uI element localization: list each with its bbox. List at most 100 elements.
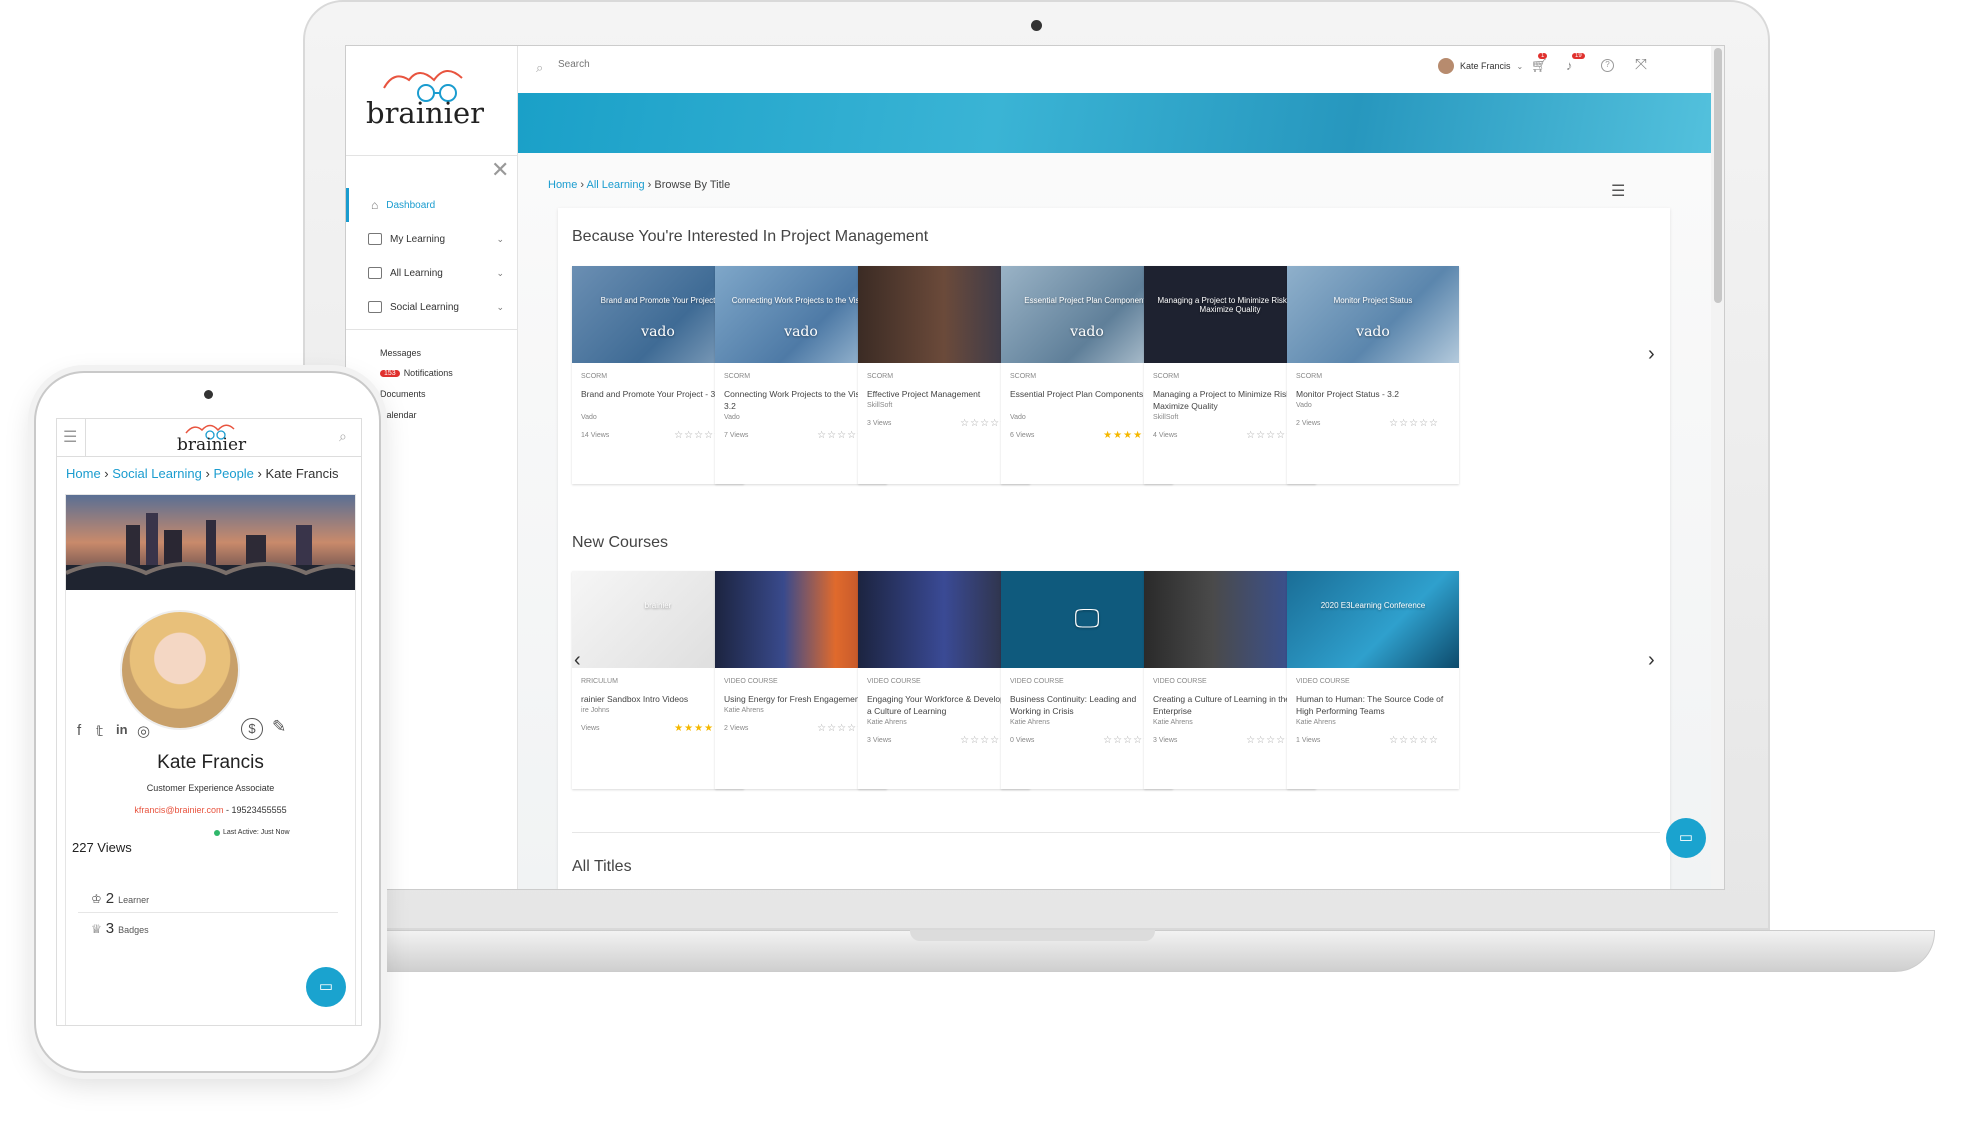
- course-type: SCORM: [1296, 373, 1323, 380]
- edit-icon[interactable]: ✎: [272, 717, 286, 737]
- profile-role: Customer Experience Associate: [146, 783, 275, 793]
- breadcrumb-home[interactable]: Home: [548, 179, 577, 191]
- course-title[interactable]: Creating a Culture of Learning in the En…: [1153, 693, 1309, 717]
- course-title[interactable]: Essential Project Plan Components - 3.2: [1010, 388, 1166, 400]
- email-link[interactable]: kfrancis@brainier.com: [134, 805, 223, 815]
- search-input[interactable]: [558, 59, 858, 70]
- rating-stars[interactable]: ☆☆☆☆☆: [1389, 418, 1439, 429]
- breadcrumb-current: Browse By Title: [654, 179, 731, 191]
- course-thumbnail: Monitor Project Status vado: [1287, 266, 1459, 363]
- course-views: 2 Views: [1296, 420, 1321, 427]
- course-card[interactable]: 2020 E3Learning Conference VIDEO COURSE …: [1287, 571, 1459, 789]
- course-views: 3 Views: [1153, 737, 1178, 744]
- sidebar-item-dashboard[interactable]: ⌂ Dashboard: [346, 188, 518, 222]
- course-title[interactable]: Business Continuity: Leading and Working…: [1010, 693, 1166, 717]
- sidebar-item-label: All Learning: [390, 267, 443, 279]
- help-icon[interactable]: ?: [1601, 59, 1614, 72]
- search-icon: ⌕: [536, 60, 544, 75]
- course-vendor: Katie Ahrens: [724, 707, 764, 714]
- breadcrumb: Home › All Learning › Browse By Title: [548, 179, 731, 191]
- course-type: SCORM: [867, 373, 894, 380]
- course-title[interactable]: Connecting Work Projects to the Vision -…: [724, 388, 880, 412]
- course-card[interactable]: Monitor Project Status vado SCORM Monito…: [1287, 266, 1459, 484]
- avatar: [1438, 58, 1454, 74]
- notifications-badge: 19: [1572, 53, 1585, 59]
- sidebar-item-my-learning[interactable]: My Learning ⌄: [346, 222, 518, 256]
- twitter-icon[interactable]: 𝕥: [96, 722, 103, 740]
- sidebar-item-all-learning[interactable]: All Learning ⌄: [346, 256, 518, 290]
- profile-card: f 𝕥 in ◎ $ ✎ Kate Francis Customer Exper…: [65, 494, 356, 1025]
- course-vendor: Katie Ahrens: [867, 719, 907, 726]
- course-type: SCORM: [581, 373, 608, 380]
- instagram-icon[interactable]: ◎: [137, 722, 150, 740]
- close-sidebar-icon[interactable]: ✕: [491, 159, 509, 181]
- course-views: 6 Views: [1010, 432, 1035, 439]
- laptop-camera: [1031, 20, 1042, 31]
- folder-icon: [368, 267, 382, 279]
- breadcrumb-all-learning[interactable]: All Learning: [587, 179, 645, 191]
- brand-name: brainier: [366, 96, 484, 130]
- sidebar-item-label: Dashboard: [386, 199, 436, 211]
- home-icon: ⌂: [371, 198, 379, 212]
- view-count: 227 Views: [72, 840, 132, 855]
- breadcrumb-people[interactable]: People: [213, 466, 253, 481]
- breadcrumb-home[interactable]: Home: [66, 466, 101, 481]
- facebook-icon[interactable]: f: [77, 722, 81, 739]
- last-active: Last Active: Just Now: [214, 829, 290, 836]
- stat-label: Badges: [118, 925, 149, 935]
- scrollbar-thumb[interactable]: [1714, 48, 1722, 303]
- scrollbar[interactable]: [1711, 46, 1724, 889]
- chat-button[interactable]: ▭: [306, 967, 346, 1007]
- course-vendor: Vado: [724, 414, 740, 421]
- course-title[interactable]: rainier Sandbox Intro Videos: [581, 693, 737, 705]
- notifications-link[interactable]: 153 Notifications: [380, 368, 453, 378]
- cart-icon[interactable]: 🛒︎: [1531, 58, 1548, 74]
- search-icon[interactable]: ⌕: [339, 428, 347, 445]
- course-vendor: Katie Ahrens: [1153, 719, 1193, 726]
- chat-button[interactable]: ▭: [1666, 818, 1706, 858]
- brand-name: brainier: [177, 435, 247, 455]
- dollar-icon[interactable]: $: [241, 718, 263, 740]
- linkedin-icon[interactable]: in: [116, 722, 128, 737]
- course-type: VIDEO COURSE: [724, 678, 778, 685]
- course-vendor: SkillSoft: [1153, 414, 1179, 421]
- phone-screen: ☰ brainier ⌕ Home › Social Learning › Pe…: [56, 418, 362, 1026]
- breadcrumb-social-learning[interactable]: Social Learning: [112, 466, 202, 481]
- phone-top-bar: ☰ brainier ⌕: [57, 419, 361, 457]
- divider: [346, 329, 518, 330]
- course-vendor: SkillSoft: [867, 402, 893, 409]
- sidebar-item-label: My Learning: [390, 233, 446, 245]
- course-views: 3 Views: [867, 420, 892, 427]
- course-views: 1 Views: [1296, 737, 1321, 744]
- course-type: SCORM: [1010, 373, 1037, 380]
- rating-stars[interactable]: ☆☆☆☆☆: [1389, 735, 1439, 746]
- course-title[interactable]: Engaging Your Workforce & Developing a C…: [867, 693, 1023, 717]
- course-type: SCORM: [724, 373, 751, 380]
- course-title[interactable]: Effective Project Management: [867, 388, 1023, 400]
- course-views: 14 Views: [581, 432, 610, 439]
- course-title[interactable]: Managing a Project to Minimize Risk and …: [1153, 388, 1309, 412]
- course-title[interactable]: Monitor Project Status - 3.2: [1296, 388, 1452, 400]
- thumbnail-brand: vado: [1356, 324, 1390, 340]
- carousel-prev-icon[interactable]: ‹: [574, 649, 581, 672]
- phone-number: - 19523455555: [223, 805, 287, 815]
- messages-link[interactable]: Messages: [380, 348, 421, 358]
- carousel-next-icon[interactable]: ›: [1648, 649, 1655, 672]
- documents-link[interactable]: Documents: [380, 389, 426, 399]
- course-title[interactable]: Using Energy for Fresh Engagement: [724, 693, 880, 705]
- laptop-notch: [910, 930, 1155, 941]
- calendar-link[interactable]: Calendar: [380, 410, 417, 420]
- contact-line: kfrancis@brainier.com - 19523455555: [66, 805, 355, 815]
- list-view-icon[interactable]: ☰: [1611, 181, 1625, 201]
- browse-panel: Because You're Interested In Project Man…: [558, 208, 1670, 889]
- course-title[interactable]: Human to Human: The Source Code of High …: [1296, 693, 1452, 717]
- sidebar-item-social-learning[interactable]: Social Learning ⌄: [346, 290, 518, 324]
- fullscreen-icon[interactable]: ⤧: [1635, 56, 1647, 73]
- bell-icon[interactable]: ♪: [1566, 58, 1573, 73]
- menu-icon[interactable]: ☰: [63, 427, 83, 447]
- header-banner: [518, 93, 1711, 153]
- user-menu[interactable]: Kate Francis ⌄: [1438, 58, 1523, 74]
- course-title[interactable]: Brand and Promote Your Project - 3.2: [581, 388, 737, 400]
- course-vendor: Vado: [1010, 414, 1026, 421]
- carousel-next-icon[interactable]: ›: [1648, 343, 1655, 366]
